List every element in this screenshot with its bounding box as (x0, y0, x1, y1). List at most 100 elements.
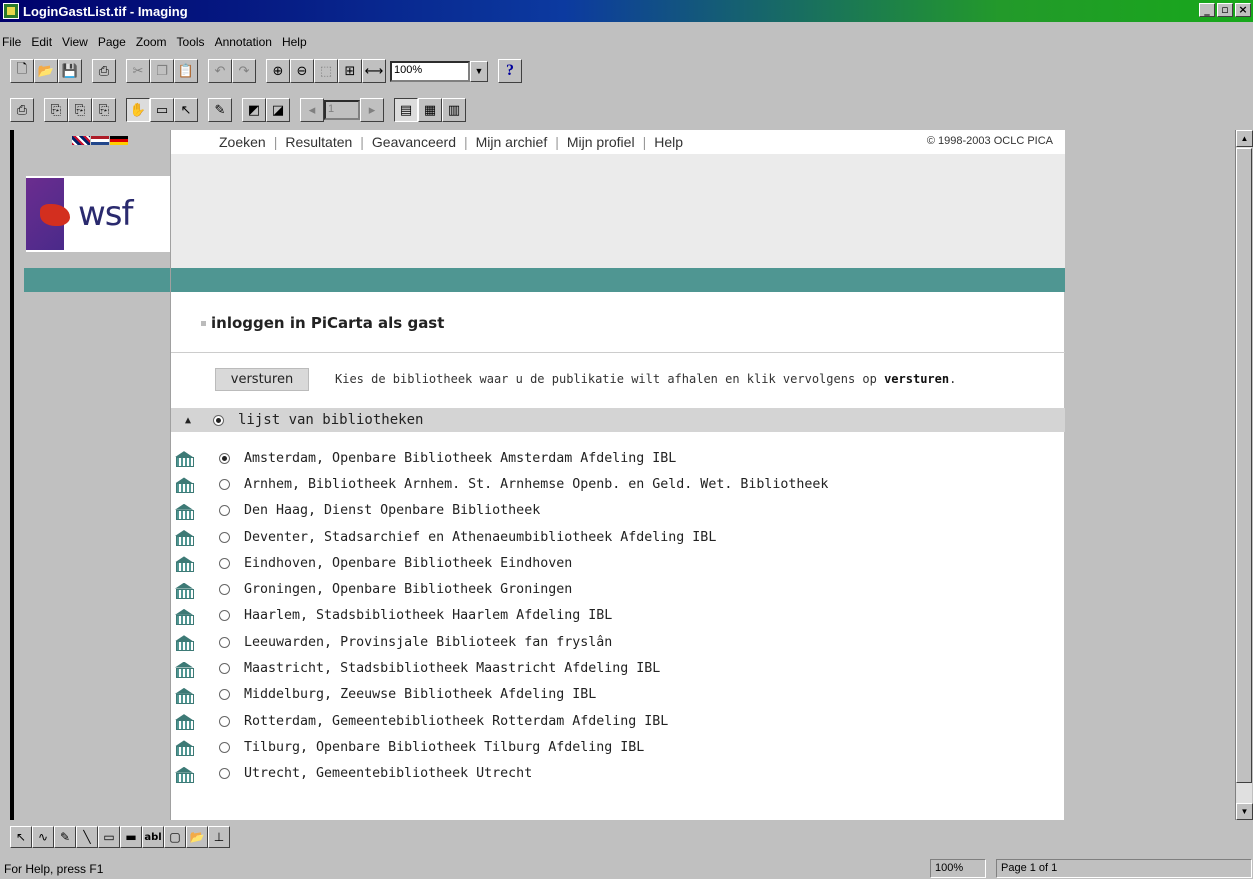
library-radio[interactable] (219, 452, 230, 464)
previous-page-icon[interactable]: ◂ (300, 98, 324, 122)
library-radio[interactable] (219, 636, 230, 648)
library-radio[interactable] (219, 584, 230, 596)
zoom-rect-icon[interactable]: ⬚ (314, 59, 338, 83)
nav-resultaten[interactable]: Resultaten (285, 134, 352, 150)
close-button[interactable]: × (1235, 3, 1251, 17)
list-header-radio[interactable] (213, 414, 224, 426)
filled-rectangle-icon[interactable]: ▬ (120, 826, 142, 848)
send-button[interactable]: versturen (215, 368, 309, 391)
scan-append-icon[interactable]: ⎘ (92, 98, 116, 122)
print-icon[interactable]: ⎙ (92, 59, 116, 83)
library-name: Groningen, Openbare Bibliotheek Groninge… (244, 582, 573, 598)
nav-zoeken[interactable]: Zoeken (219, 134, 266, 150)
menu-tools[interactable]: Tools (177, 35, 205, 49)
english-flag-icon[interactable] (72, 136, 90, 145)
zoom-out-icon[interactable]: ⊖ (290, 59, 314, 83)
library-row[interactable]: Haarlem, Stadsbibliotheek Haarlem Afdeli… (171, 603, 1065, 629)
redo-icon[interactable]: ↷ (232, 59, 256, 83)
library-radio[interactable] (219, 531, 230, 543)
best-fit-icon[interactable]: ⊞ (338, 59, 362, 83)
new-icon[interactable]: 🗋 (10, 59, 34, 83)
scroll-up-icon[interactable]: ▲ (1236, 130, 1253, 147)
cut-icon[interactable]: ✂ (126, 59, 150, 83)
freehand-line-icon[interactable]: ∿ (32, 826, 54, 848)
library-row[interactable]: Leeuwarden, Provinsjale Biblioteek fan f… (171, 629, 1065, 655)
scroll-thumb[interactable] (1236, 148, 1252, 783)
rubber-stamp-icon[interactable]: ⊥ (208, 826, 230, 848)
library-radio[interactable] (219, 663, 230, 675)
library-radio[interactable] (219, 478, 230, 490)
drag-hand-icon[interactable]: ✋ (126, 98, 150, 122)
maximize-button[interactable]: ▫ (1217, 3, 1233, 17)
title-bar[interactable]: LoginGastList.tif - Imaging _ ▫ × (0, 0, 1253, 22)
zoom-select[interactable]: 100% (390, 60, 470, 82)
library-row[interactable]: Den Haag, Dienst Openbare Bibliotheek (171, 498, 1065, 524)
page-thumbnail-view-icon[interactable]: ▥ (442, 98, 466, 122)
chevron-down-icon[interactable]: ▼ (470, 60, 488, 82)
paste-icon[interactable]: 📋 (174, 59, 198, 83)
menu-page[interactable]: Page (98, 35, 126, 49)
nav-geavanceerd[interactable]: Geavanceerd (372, 134, 456, 150)
menu-edit[interactable]: Edit (31, 35, 52, 49)
text-from-file-icon[interactable]: 📂 (186, 826, 208, 848)
menu-annotation[interactable]: Annotation (215, 35, 272, 49)
library-row[interactable]: Rotterdam, Gemeentebibliotheek Rotterdam… (171, 708, 1065, 734)
library-row[interactable]: Amsterdam, Openbare Bibliotheek Amsterda… (171, 445, 1065, 471)
library-row[interactable]: Utrecht, Gemeentebibliotheek Utrecht (171, 761, 1065, 787)
copy-icon[interactable]: ❐ (150, 59, 174, 83)
library-radio[interactable] (219, 610, 230, 622)
menu-zoom[interactable]: Zoom (136, 35, 167, 49)
undo-icon[interactable]: ↶ (208, 59, 232, 83)
library-row[interactable]: Maastricht, Stadsbibliotheek Maastricht … (171, 655, 1065, 681)
hollow-rectangle-icon[interactable]: ▭ (98, 826, 120, 848)
library-row[interactable]: Tilburg, Openbare Bibliotheek Tilburg Af… (171, 734, 1065, 760)
next-page-icon[interactable]: ▸ (360, 98, 384, 122)
library-radio[interactable] (219, 741, 230, 753)
library-radio[interactable] (219, 505, 230, 517)
zoom-in-icon[interactable]: ⊕ (266, 59, 290, 83)
select-annotation-icon[interactable]: ↖ (174, 98, 198, 122)
open-icon[interactable]: 📂 (34, 59, 58, 83)
menu-view[interactable]: View (62, 35, 88, 49)
select-image-icon[interactable]: ▭ (150, 98, 174, 122)
app-icon[interactable] (3, 3, 19, 19)
library-radio[interactable] (219, 768, 230, 780)
menu-help[interactable]: Help (282, 35, 307, 49)
highlighter-icon[interactable]: ✎ (54, 826, 76, 848)
library-row[interactable]: Deventer, Stadsarchief en Athenaeumbibli… (171, 524, 1065, 550)
german-flag-icon[interactable] (110, 136, 128, 145)
thumbnail-view-icon[interactable]: ▦ (418, 98, 442, 122)
one-page-view-icon[interactable]: ▤ (394, 98, 418, 122)
menu-file[interactable]: File (2, 35, 21, 49)
text-tool-icon[interactable]: abl (142, 826, 164, 848)
library-radio[interactable] (219, 689, 230, 701)
vertical-scrollbar[interactable]: ▲ ▼ (1235, 130, 1253, 820)
document-view[interactable]: wsf Zoeken | Resultaten | Geavanceerd | Mij… (10, 130, 1253, 820)
library-row[interactable]: Groningen, Openbare Bibliotheek Groninge… (171, 576, 1065, 602)
straight-line-icon[interactable]: ╲ (76, 826, 98, 848)
attach-note-icon[interactable]: ▢ (164, 826, 186, 848)
library-radio[interactable] (219, 557, 230, 569)
rotate-right-icon[interactable]: ◪ (266, 98, 290, 122)
scan-icon[interactable]: ⎙ (10, 98, 34, 122)
page-number-field[interactable]: 1 (324, 100, 360, 120)
nav-mijn-profiel[interactable]: Mijn profiel (567, 134, 635, 150)
library-row[interactable]: Arnhem, Bibliotheek Arnhem. St. Arnhemse… (171, 471, 1065, 497)
annotation-toolbar-icon[interactable]: ✎ (208, 98, 232, 122)
dutch-flag-icon[interactable] (91, 136, 109, 145)
fit-width-icon[interactable]: ⟷ (362, 59, 386, 83)
nav-mijn-archief[interactable]: Mijn archief (476, 134, 548, 150)
save-icon[interactable]: 💾 (58, 59, 82, 83)
library-row[interactable]: Middelburg, Zeeuwse Bibliotheek Afdeling… (171, 682, 1065, 708)
collapse-arrow-icon[interactable]: ▲ (185, 415, 195, 426)
minimize-button[interactable]: _ (1199, 3, 1215, 17)
library-row[interactable]: Eindhoven, Openbare Bibliotheek Eindhove… (171, 550, 1065, 576)
library-radio[interactable] (219, 715, 230, 727)
scan-new-icon[interactable]: ⎘ (44, 98, 68, 122)
nav-help[interactable]: Help (654, 134, 683, 150)
rotate-left-icon[interactable]: ◩ (242, 98, 266, 122)
annotation-select-icon[interactable]: ↖ (10, 826, 32, 848)
scroll-down-icon[interactable]: ▼ (1236, 803, 1253, 820)
help-icon[interactable]: ? (498, 59, 522, 83)
scan-insert-icon[interactable]: ⎘ (68, 98, 92, 122)
